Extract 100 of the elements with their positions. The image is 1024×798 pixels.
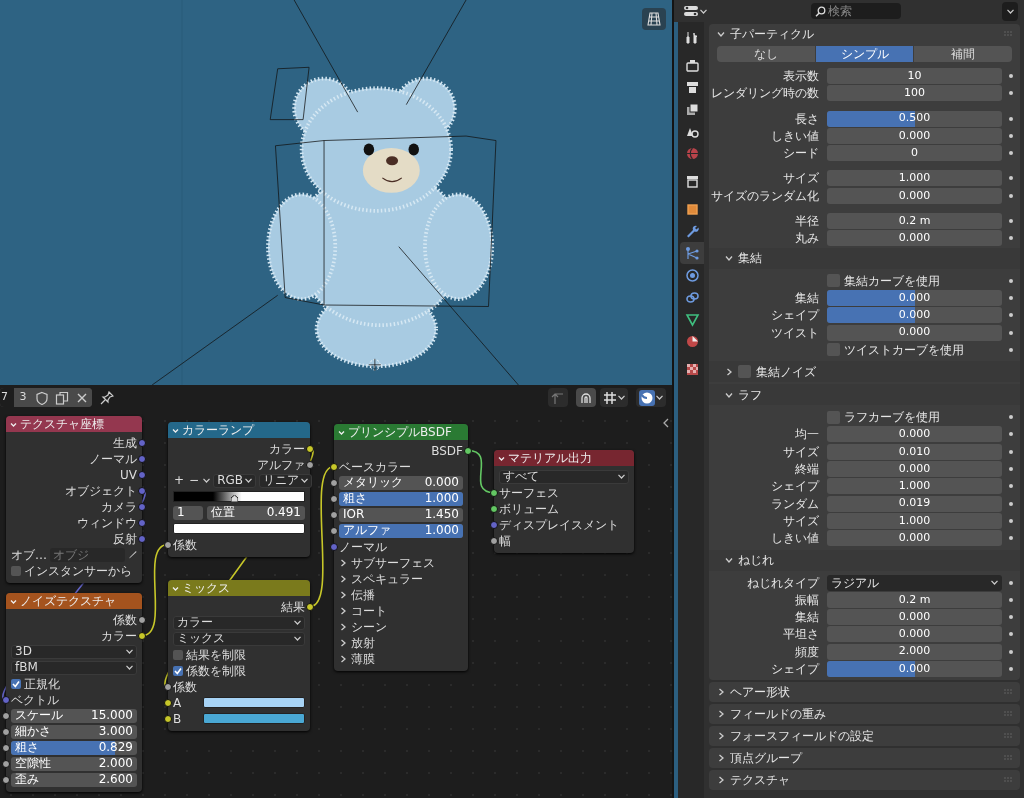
dropdown[interactable]: ミックス — [173, 631, 305, 646]
number-field[interactable]: 2.000 — [827, 643, 1002, 660]
node-header[interactable]: マテリアル出力 — [494, 450, 634, 466]
search-field[interactable]: 検索 — [811, 3, 901, 19]
socket-dot[interactable] — [164, 698, 172, 707]
options-dropdown[interactable] — [1002, 1, 1018, 21]
socket-dot[interactable] — [2, 711, 10, 720]
chevron-right-icon[interactable] — [339, 654, 347, 663]
number-field[interactable]: 0.000 — [827, 609, 1002, 626]
keyframe-dot[interactable] — [1009, 330, 1013, 335]
dropdown[interactable]: 3D — [11, 644, 137, 659]
socket-dot[interactable] — [330, 462, 338, 471]
number-field[interactable]: 0 — [827, 145, 1002, 162]
checkbox[interactable] — [11, 678, 21, 689]
keyframe-dot[interactable] — [1009, 151, 1013, 156]
socket-dot[interactable] — [330, 542, 338, 551]
chevron-down-icon[interactable] — [10, 420, 17, 428]
number-field[interactable]: 1.000 — [827, 512, 1002, 529]
socket-dot[interactable] — [138, 454, 146, 463]
keyframe-dot[interactable] — [1009, 484, 1013, 489]
socket-dot[interactable] — [164, 714, 172, 723]
chevron-right-icon[interactable] — [339, 622, 347, 631]
number-field[interactable]: 0.010 — [827, 443, 1002, 460]
socket-dot[interactable] — [464, 446, 472, 455]
value-field[interactable]: メタリック 0.000 — [339, 475, 463, 490]
socket-dot[interactable] — [138, 486, 146, 495]
node-header[interactable]: ノイズテクスチャ — [6, 593, 142, 609]
chevron-right-icon[interactable] — [717, 710, 725, 719]
chevron-right-icon[interactable] — [339, 606, 347, 615]
chevron-down-icon[interactable] — [725, 556, 733, 565]
chevron-down-icon[interactable] — [338, 428, 345, 436]
number-field[interactable]: 0.2 m — [827, 213, 1002, 230]
checkbox[interactable] — [173, 665, 183, 676]
view-toggle-button[interactable] — [642, 8, 666, 30]
checkbox[interactable] — [738, 365, 751, 379]
socket-dot[interactable] — [2, 759, 10, 768]
keyframe-dot[interactable] — [1009, 219, 1013, 224]
socket-dot[interactable] — [164, 682, 172, 691]
chevron-right-icon[interactable] — [725, 367, 733, 376]
slider-field[interactable]: 0.000 — [827, 307, 1002, 324]
socket-dot[interactable] — [330, 526, 338, 535]
number-field[interactable]: 0.019 — [827, 495, 1002, 512]
keyframe-dot[interactable] — [1009, 501, 1013, 506]
socket-dot[interactable] — [138, 502, 146, 511]
socket-dot[interactable] — [490, 536, 498, 545]
keyframe-dot[interactable] — [1009, 133, 1013, 138]
value-field[interactable]: スケール 15.000 — [11, 708, 137, 723]
number-field[interactable]: 0.000 — [827, 324, 1002, 341]
value-field[interactable]: アルファ 1.000 — [339, 523, 463, 538]
number-field[interactable]: 0.000 — [827, 461, 1002, 478]
number-field[interactable]: 0.000 — [827, 187, 1002, 204]
socket-dot[interactable] — [138, 615, 146, 624]
color-swatch[interactable] — [203, 713, 305, 724]
number-field[interactable]: 10 — [827, 68, 1002, 84]
copy-icon[interactable] — [55, 390, 69, 405]
keyframe-dot[interactable] — [1009, 432, 1013, 437]
chevron-right-icon[interactable] — [339, 590, 347, 599]
keyframe-dot[interactable] — [1009, 347, 1013, 352]
keyframe-dot[interactable] — [1009, 415, 1013, 420]
keyframe-dot[interactable] — [1009, 91, 1013, 96]
chevron-down-icon[interactable] — [498, 454, 505, 462]
panel-header[interactable]: 頂点グループ — [709, 748, 1020, 769]
chevron-down-icon[interactable] — [172, 426, 179, 434]
socket-dot[interactable] — [2, 695, 10, 704]
slider-field[interactable]: 0.000 — [827, 289, 1002, 306]
mode-tab[interactable]: なし — [717, 46, 815, 62]
keyframe-dot[interactable] — [1009, 580, 1013, 585]
keyframe-dot[interactable] — [1009, 518, 1013, 523]
keyframe-dot[interactable] — [1009, 295, 1013, 300]
value-field[interactable]: 細かさ 3.000 — [11, 724, 137, 739]
value-field[interactable]: 粗さ 1.000 — [339, 491, 463, 506]
snap-button[interactable] — [576, 388, 596, 407]
dropdown[interactable]: すべて — [499, 469, 629, 484]
slider-field[interactable]: 0.000 — [827, 661, 1002, 677]
keyframe-dot[interactable] — [1009, 467, 1013, 472]
chevron-right-icon[interactable] — [717, 776, 725, 785]
socket-dot[interactable] — [2, 743, 10, 752]
keyframe-dot[interactable] — [1009, 449, 1013, 454]
ramp-stop-icon[interactable] — [231, 495, 239, 502]
node-header[interactable]: プリンシプルBSDF — [334, 424, 468, 440]
number-field[interactable]: 0.000 — [827, 230, 1002, 247]
dropdown[interactable]: RGB — [213, 473, 256, 488]
checkbox[interactable] — [11, 565, 21, 576]
socket-dot[interactable] — [306, 460, 314, 469]
socket-dot[interactable] — [138, 470, 146, 479]
chevron-right-icon[interactable] — [339, 558, 347, 567]
panel-header[interactable]: フィールドの重み — [709, 704, 1020, 725]
panel-header[interactable]: フォースフィールドの設定 — [709, 726, 1020, 747]
color-ramp-gradient[interactable] — [173, 491, 305, 502]
parent-node-button[interactable] — [548, 388, 568, 407]
keyframe-dot[interactable] — [1009, 193, 1013, 198]
socket-dot[interactable] — [490, 520, 498, 529]
socket-dot[interactable] — [490, 504, 498, 513]
value-field[interactable]: IOR 1.450 — [339, 507, 463, 522]
number-field[interactable]: 0.2 m — [827, 591, 1002, 608]
socket-dot[interactable] — [138, 438, 146, 447]
value-field[interactable]: 空隙性 2.000 — [11, 756, 137, 771]
value-field[interactable]: 歪み 2.600 — [11, 772, 137, 787]
number-field[interactable]: 1.000 — [827, 478, 1002, 495]
chevron-down-icon[interactable] — [725, 390, 733, 399]
